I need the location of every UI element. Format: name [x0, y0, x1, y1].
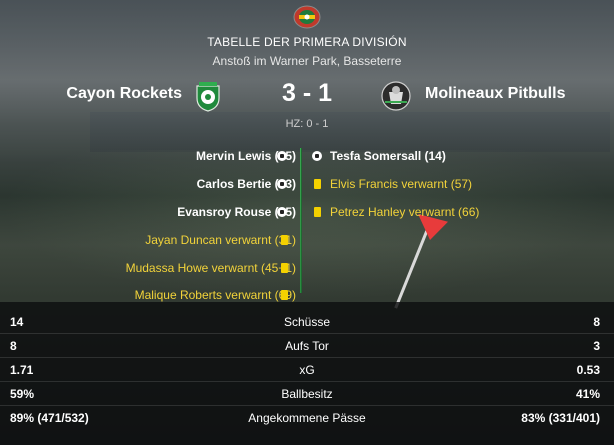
away-stat-value: 41% [575, 387, 600, 401]
yellow-card-icon [281, 235, 288, 245]
stat-label: Ballbesitz [281, 387, 333, 401]
stat-divider [0, 405, 614, 406]
away-event-card[interactable]: Petrez Hanley verwarnt (66) [330, 204, 479, 220]
molineaux-pitbulls-crest-icon[interactable] [381, 80, 411, 112]
stat-label: Schüsse [283, 315, 331, 329]
away-stat-value: 83% (331/401) [521, 411, 600, 425]
away-stat-value: 8 [593, 315, 600, 329]
stat-row-xg[interactable]: 1.71 xG 0.53 [0, 359, 614, 382]
event-text: Jayan Duncan verwarnt (31) [145, 233, 296, 247]
yellow-card-icon [314, 207, 321, 217]
football-icon [277, 179, 287, 189]
venue-line: Anstoß im Warner Park, Basseterre [212, 54, 402, 68]
stat-divider [0, 333, 614, 334]
away-event-card[interactable]: Elvis Francis verwarnt (57) [330, 176, 472, 192]
pitch-area [0, 150, 614, 300]
halftime-score: HZ: 0 - 1 [285, 118, 329, 130]
home-event-card[interactable]: Mudassa Howe verwarnt (45+1) [126, 260, 296, 276]
event-text: Malique Roberts verwarnt (69) [134, 288, 296, 302]
stat-row-passes[interactable]: 89% (471/532) Angekommene Pässe 83% (331… [0, 407, 614, 430]
stat-row-shots[interactable]: 14 Schüsse 8 [0, 311, 614, 334]
timeline-divider [300, 148, 301, 293]
football-icon [277, 207, 287, 217]
stat-divider [0, 381, 614, 382]
stat-row-on-target[interactable]: 8 Aufs Tor 3 [0, 335, 614, 358]
stat-divider [0, 357, 614, 358]
stat-label: xG [299, 363, 315, 377]
away-team-name[interactable]: Molineaux Pitbulls [425, 85, 565, 103]
match-stats-panel: 14 Schüsse 8 8 Aufs Tor 3 1.71 xG 0.53 5… [0, 302, 614, 445]
yellow-card-icon [281, 263, 288, 273]
home-event-card[interactable]: Malique Roberts verwarnt (69) [135, 287, 296, 303]
event-text: Petrez Hanley verwarnt (66) [330, 205, 480, 219]
away-event-goal[interactable]: Tesfa Somersall (14) [330, 148, 446, 164]
yellow-card-icon [281, 290, 288, 300]
football-icon [312, 151, 322, 161]
yellow-card-icon [314, 179, 321, 189]
event-text: Elvis Francis verwarnt (57) [330, 177, 473, 191]
stat-label: Aufs Tor [285, 339, 329, 353]
stat-row-possession[interactable]: 59% Ballbesitz 41% [0, 383, 614, 406]
event-text: Mudassa Howe verwarnt (45+1) [125, 261, 296, 275]
football-icon [277, 151, 287, 161]
competition-title[interactable]: TABELLE DER PRIMERA DIVISIÓN [0, 35, 614, 49]
event-text: Tesfa Somersall (14) [330, 149, 446, 163]
competition-logo-icon[interactable] [293, 5, 321, 29]
away-stat-value: 3 [593, 339, 600, 353]
home-event-card[interactable]: Jayan Duncan verwarnt (31) [145, 232, 296, 248]
away-stat-value: 0.53 [576, 363, 600, 377]
